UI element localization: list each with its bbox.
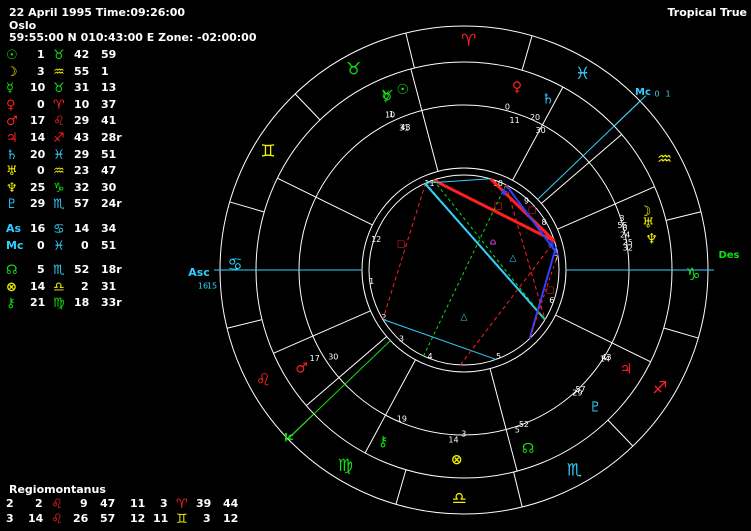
midheaven-label: Mc <box>635 87 651 98</box>
zodiac-sign-icon: ♈ <box>461 31 476 51</box>
planet-glyph-icon: ♆ <box>645 231 658 247</box>
sign-boundary <box>607 419 634 447</box>
house-number-label: 12 <box>371 235 381 244</box>
aspect-marker-icon: ✱ <box>500 189 508 199</box>
house-cusp-line <box>364 359 416 454</box>
planet-glyph-icon: ☊ <box>522 441 534 457</box>
zodiac-sign-icon: ♌ <box>256 370 271 390</box>
planet-glyph-icon: ♄ <box>542 92 555 108</box>
planet-minute: 3 <box>461 429 466 438</box>
mc-axis-line <box>537 95 647 200</box>
zodiac-sign-icon: ♍ <box>338 456 353 476</box>
sign-boundary <box>405 32 415 69</box>
ascendant-minute: 15 <box>207 282 217 291</box>
aspect-marker-icon: △ <box>461 313 468 323</box>
midheaven-degree: 0 <box>654 90 659 99</box>
planet-degree: 14 <box>448 435 458 444</box>
natal-chart-wheel[interactable]: ♈♉♊♋♌♍♎♏♐♑♒♓123456789101112Asc1615DesMc0… <box>0 0 751 531</box>
house-number-label: 9 <box>524 197 529 206</box>
imum-coeli-label: Ic <box>284 432 294 443</box>
aspect-marker-icon: □ <box>546 286 555 296</box>
aspect-marker-icon: □ <box>494 202 503 212</box>
aspect-marker-icon: △ <box>510 254 517 264</box>
planet-minute: 19 <box>397 414 407 423</box>
planet-glyph-icon: ♀ <box>512 80 522 96</box>
planet-minute: 30 <box>536 126 546 135</box>
inner-ring <box>361 167 567 373</box>
planet-minute: 57 <box>575 385 585 394</box>
sign-boundary <box>513 471 523 508</box>
planet-minute: 30 <box>328 353 338 362</box>
zodiac-sign-icon: ♊ <box>260 141 275 161</box>
planet-minute: 11 <box>510 116 520 125</box>
planet-glyph-icon: ⊗ <box>451 452 463 468</box>
planet-minute: 43 <box>601 353 611 362</box>
house-number-label: 3 <box>399 334 404 343</box>
house-number-label: 6 <box>549 296 554 305</box>
house-number-label: 4 <box>428 352 433 361</box>
planet-glyph-icon: ♂ <box>295 361 308 377</box>
sign-boundary <box>294 93 321 121</box>
planet-minute: 52 <box>519 420 529 429</box>
house-cusp-line <box>489 368 518 472</box>
sign-boundary <box>663 327 699 339</box>
zodiac-sign-icon: ♋ <box>227 255 242 275</box>
planet-glyph-icon: ♃ <box>620 361 633 377</box>
planet-degree: 1 <box>389 110 394 119</box>
zodiac-sign-icon: ♓ <box>575 64 590 84</box>
house-number-label: 8 <box>542 218 547 227</box>
planet-glyph-icon: ⚷ <box>378 434 388 450</box>
zodiac-sign-icon: ♑ <box>685 265 700 285</box>
planet-minute: 43 <box>400 123 410 132</box>
planet-glyph-icon: ♅ <box>642 215 655 231</box>
sign-boundary <box>395 469 407 505</box>
zodiac-sign-icon: ♏ <box>567 461 582 481</box>
house-cusp-line <box>410 68 439 172</box>
planet-minute: 32 <box>623 244 633 253</box>
house-number-label: 1 <box>369 277 374 286</box>
aspect-marker-icon: □ <box>528 206 537 216</box>
planet-degree: 20 <box>530 113 540 122</box>
descendant-label: Des <box>718 250 739 261</box>
planet-glyph-icon: ☉ <box>396 82 409 98</box>
house-number-label: 5 <box>496 352 501 361</box>
midheaven-minute: 1 <box>665 90 670 99</box>
planet-glyph-icon: ☿ <box>382 89 391 105</box>
house-cusp-line <box>273 310 371 354</box>
aspect-marker-icon: ✱ <box>547 241 555 251</box>
zodiac-sign-icon: ♒ <box>657 150 672 170</box>
square-aspect-line <box>382 182 427 320</box>
planet-degree: 17 <box>310 354 320 363</box>
sign-boundary <box>665 211 702 221</box>
aspect-marker-icon: □ <box>397 240 406 250</box>
aspect-marker-icon: ⌂ <box>490 238 497 248</box>
planet-degree: 0 <box>505 102 510 111</box>
zodiac-sign-icon: ♐ <box>652 379 667 399</box>
zodiac-sign-icon: ♉ <box>346 59 361 79</box>
sign-boundary <box>521 35 533 71</box>
ascendant-label: Asc <box>188 266 210 279</box>
planet-glyph-icon: ♇ <box>589 399 602 415</box>
sign-boundary <box>226 319 263 329</box>
sign-boundary <box>229 201 265 213</box>
zodiac-sign-icon: ♎ <box>452 489 467 509</box>
house-cusp-line <box>277 177 373 226</box>
